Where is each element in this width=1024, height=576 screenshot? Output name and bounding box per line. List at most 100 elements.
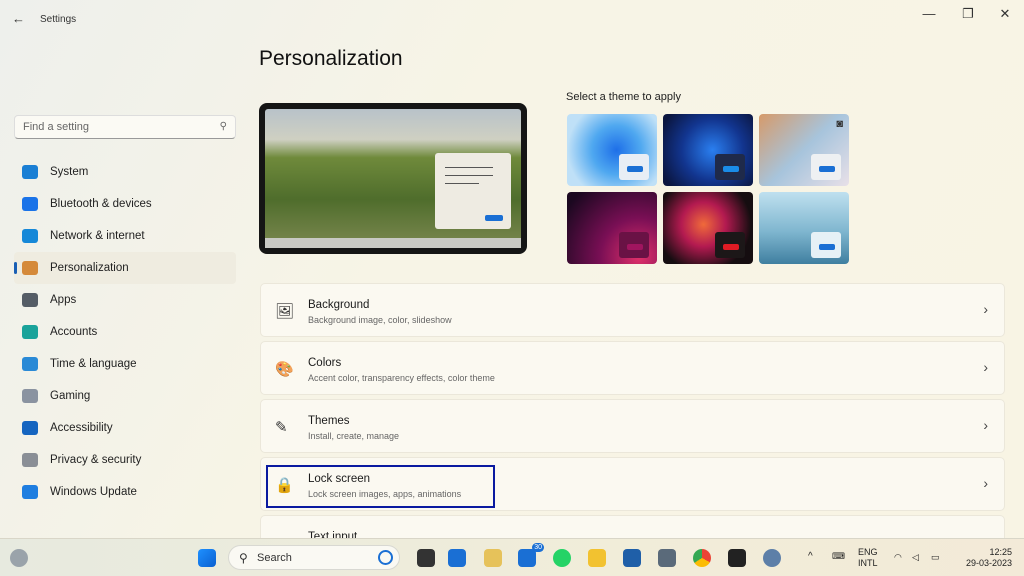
card-subtitle: Accent color, transparency effects, colo… xyxy=(308,373,495,383)
chevron-up-icon[interactable]: ^ xyxy=(808,551,813,562)
sidebar-item-apps[interactable]: Apps xyxy=(14,284,236,316)
page-title: Personalization xyxy=(259,47,403,70)
card-title: Colors xyxy=(308,357,342,369)
sidebar-item-label: Accounts xyxy=(50,326,98,338)
card-background[interactable]: 🖼 Background Background image, color, slid… xyxy=(260,283,1005,337)
privacy-security-icon xyxy=(22,453,38,467)
card-title: Text input xyxy=(308,531,358,538)
calculator-icon[interactable] xyxy=(658,549,676,567)
minimize-button[interactable]: — xyxy=(914,6,944,21)
theme-preview xyxy=(259,103,527,254)
accounts-icon xyxy=(22,325,38,339)
bluetooth-devices-icon xyxy=(22,197,38,211)
bing-icon xyxy=(378,550,393,565)
camera-icon: ◙ xyxy=(836,118,843,130)
theme-spotlight[interactable]: ◙ xyxy=(759,114,849,186)
restore-button[interactable]: ❐ xyxy=(953,6,983,22)
sidebar-item-accessibility[interactable]: Accessibility xyxy=(14,412,236,444)
language-indicator[interactable]: ENG INTL xyxy=(858,547,878,569)
theme-captured-motion[interactable] xyxy=(663,192,753,264)
card-colors[interactable]: 🎨 Colors Accent color, transparency effect… xyxy=(260,341,1005,395)
sidebar-item-network-internet[interactable]: Network & internet xyxy=(14,220,236,252)
start-icon[interactable] xyxy=(198,549,216,567)
personalization-icon xyxy=(22,261,38,275)
keyboard-icon[interactable]: ⌨ xyxy=(832,551,845,562)
search-placeholder: Find a setting xyxy=(23,121,90,133)
python-icon[interactable] xyxy=(484,549,502,567)
windows-update-icon xyxy=(22,485,38,499)
sidebar-item-privacy-security[interactable]: Privacy & security xyxy=(14,444,236,476)
settings-icon[interactable] xyxy=(763,549,781,567)
chevron-right-icon: › xyxy=(983,417,988,433)
theme-grid: ◙ xyxy=(567,114,849,264)
colors-icon: 🎨 xyxy=(275,361,294,378)
time-language-icon xyxy=(22,357,38,371)
chrome-icon[interactable] xyxy=(693,549,711,567)
wifi-icon[interactable]: ◠ xyxy=(894,552,902,563)
teams-icon[interactable]: 30 xyxy=(518,543,544,567)
sidebar-item-label: Network & internet xyxy=(50,230,145,242)
card-text-input[interactable]: Text input› xyxy=(260,515,1005,538)
whatsapp-icon[interactable] xyxy=(553,549,571,567)
sidebar-item-label: Privacy & security xyxy=(50,454,142,466)
chevron-right-icon: › xyxy=(983,359,988,375)
weather-icon[interactable] xyxy=(10,549,28,567)
card-subtitle: Background image, color, slideshow xyxy=(308,315,452,325)
taskbar-search-label: Search xyxy=(257,552,292,564)
sidebar-item-label: Bluetooth & devices xyxy=(50,198,152,210)
store-icon[interactable] xyxy=(623,549,641,567)
search-input[interactable]: Find a setting ⚲ xyxy=(14,115,236,139)
system-icon xyxy=(22,165,38,179)
sidebar-item-label: Accessibility xyxy=(50,422,113,434)
cortana-icon[interactable] xyxy=(448,549,466,567)
taskbar: ⚲ Search 30 ^ ⌨ ENG INTL ◠ ◁ ▭ 12:25 29-03-… xyxy=(0,538,1024,576)
file-explorer-icon[interactable] xyxy=(588,549,606,567)
gaming-icon xyxy=(22,389,38,403)
search-icon: ⚲ xyxy=(239,551,248,565)
sidebar-item-label: Windows Update xyxy=(50,486,137,498)
sidebar-item-windows-update[interactable]: Windows Update xyxy=(14,476,236,508)
sidebar-item-gaming[interactable]: Gaming xyxy=(14,380,236,412)
lock-screen-highlight xyxy=(266,465,495,508)
theme-windows-light[interactable] xyxy=(567,114,657,186)
apps-icon xyxy=(22,293,38,307)
task-view-icon[interactable] xyxy=(417,549,435,567)
sidebar-item-bluetooth-devices[interactable]: Bluetooth & devices xyxy=(14,188,236,220)
volume-icon[interactable]: ◁ xyxy=(912,552,919,563)
themes-icon: ✎ xyxy=(275,419,288,436)
close-button[interactable]: ✕ xyxy=(990,6,1020,22)
settings-window: ← Settings — ❐ ✕ Find a setting ⚲ System… xyxy=(0,0,1024,538)
search-icon: ⚲ xyxy=(219,121,227,132)
clock[interactable]: 12:25 29-03-2023 xyxy=(956,547,1012,569)
app-title: Settings xyxy=(40,14,77,25)
theme-glow[interactable] xyxy=(567,192,657,264)
accessibility-icon xyxy=(22,421,38,435)
sidebar-item-system[interactable]: System xyxy=(14,156,236,188)
network-internet-icon xyxy=(22,229,38,243)
sidebar-item-personalization[interactable]: Personalization xyxy=(14,252,236,284)
sidebar-item-accounts[interactable]: Accounts xyxy=(14,316,236,348)
sidebar-item-label: Apps xyxy=(50,294,77,306)
battery-icon[interactable]: ▭ xyxy=(931,552,940,563)
card-subtitle: Install, create, manage xyxy=(308,431,400,441)
sidebar-item-label: Time & language xyxy=(50,358,137,370)
card-themes[interactable]: ✎ Themes Install, create, manage › xyxy=(260,399,1005,453)
sidebar-item-label: Gaming xyxy=(50,390,91,402)
taskbar-search[interactable]: ⚲ Search xyxy=(228,545,400,570)
title-bar: ← Settings — ❐ ✕ xyxy=(0,0,1024,38)
theme-flow[interactable] xyxy=(759,192,849,264)
card-title: Themes xyxy=(308,415,350,427)
back-button[interactable]: ← xyxy=(12,11,25,26)
chevron-right-icon: › xyxy=(983,301,988,317)
sidebar-nav: System Bluetooth & devices Network & inter… xyxy=(14,156,236,508)
theme-windows-dark[interactable] xyxy=(663,114,753,186)
sidebar-item-label: Personalization xyxy=(50,262,129,274)
sidebar-item-label: System xyxy=(50,166,89,178)
notification-badge: 30 xyxy=(532,543,544,552)
terminal-icon[interactable] xyxy=(728,549,746,567)
themes-label: Select a theme to apply xyxy=(566,91,681,103)
card-title: Background xyxy=(308,299,370,311)
background-icon: 🖼 xyxy=(275,303,295,320)
chevron-right-icon: › xyxy=(983,475,988,491)
sidebar-item-time-language[interactable]: Time & language xyxy=(14,348,236,380)
